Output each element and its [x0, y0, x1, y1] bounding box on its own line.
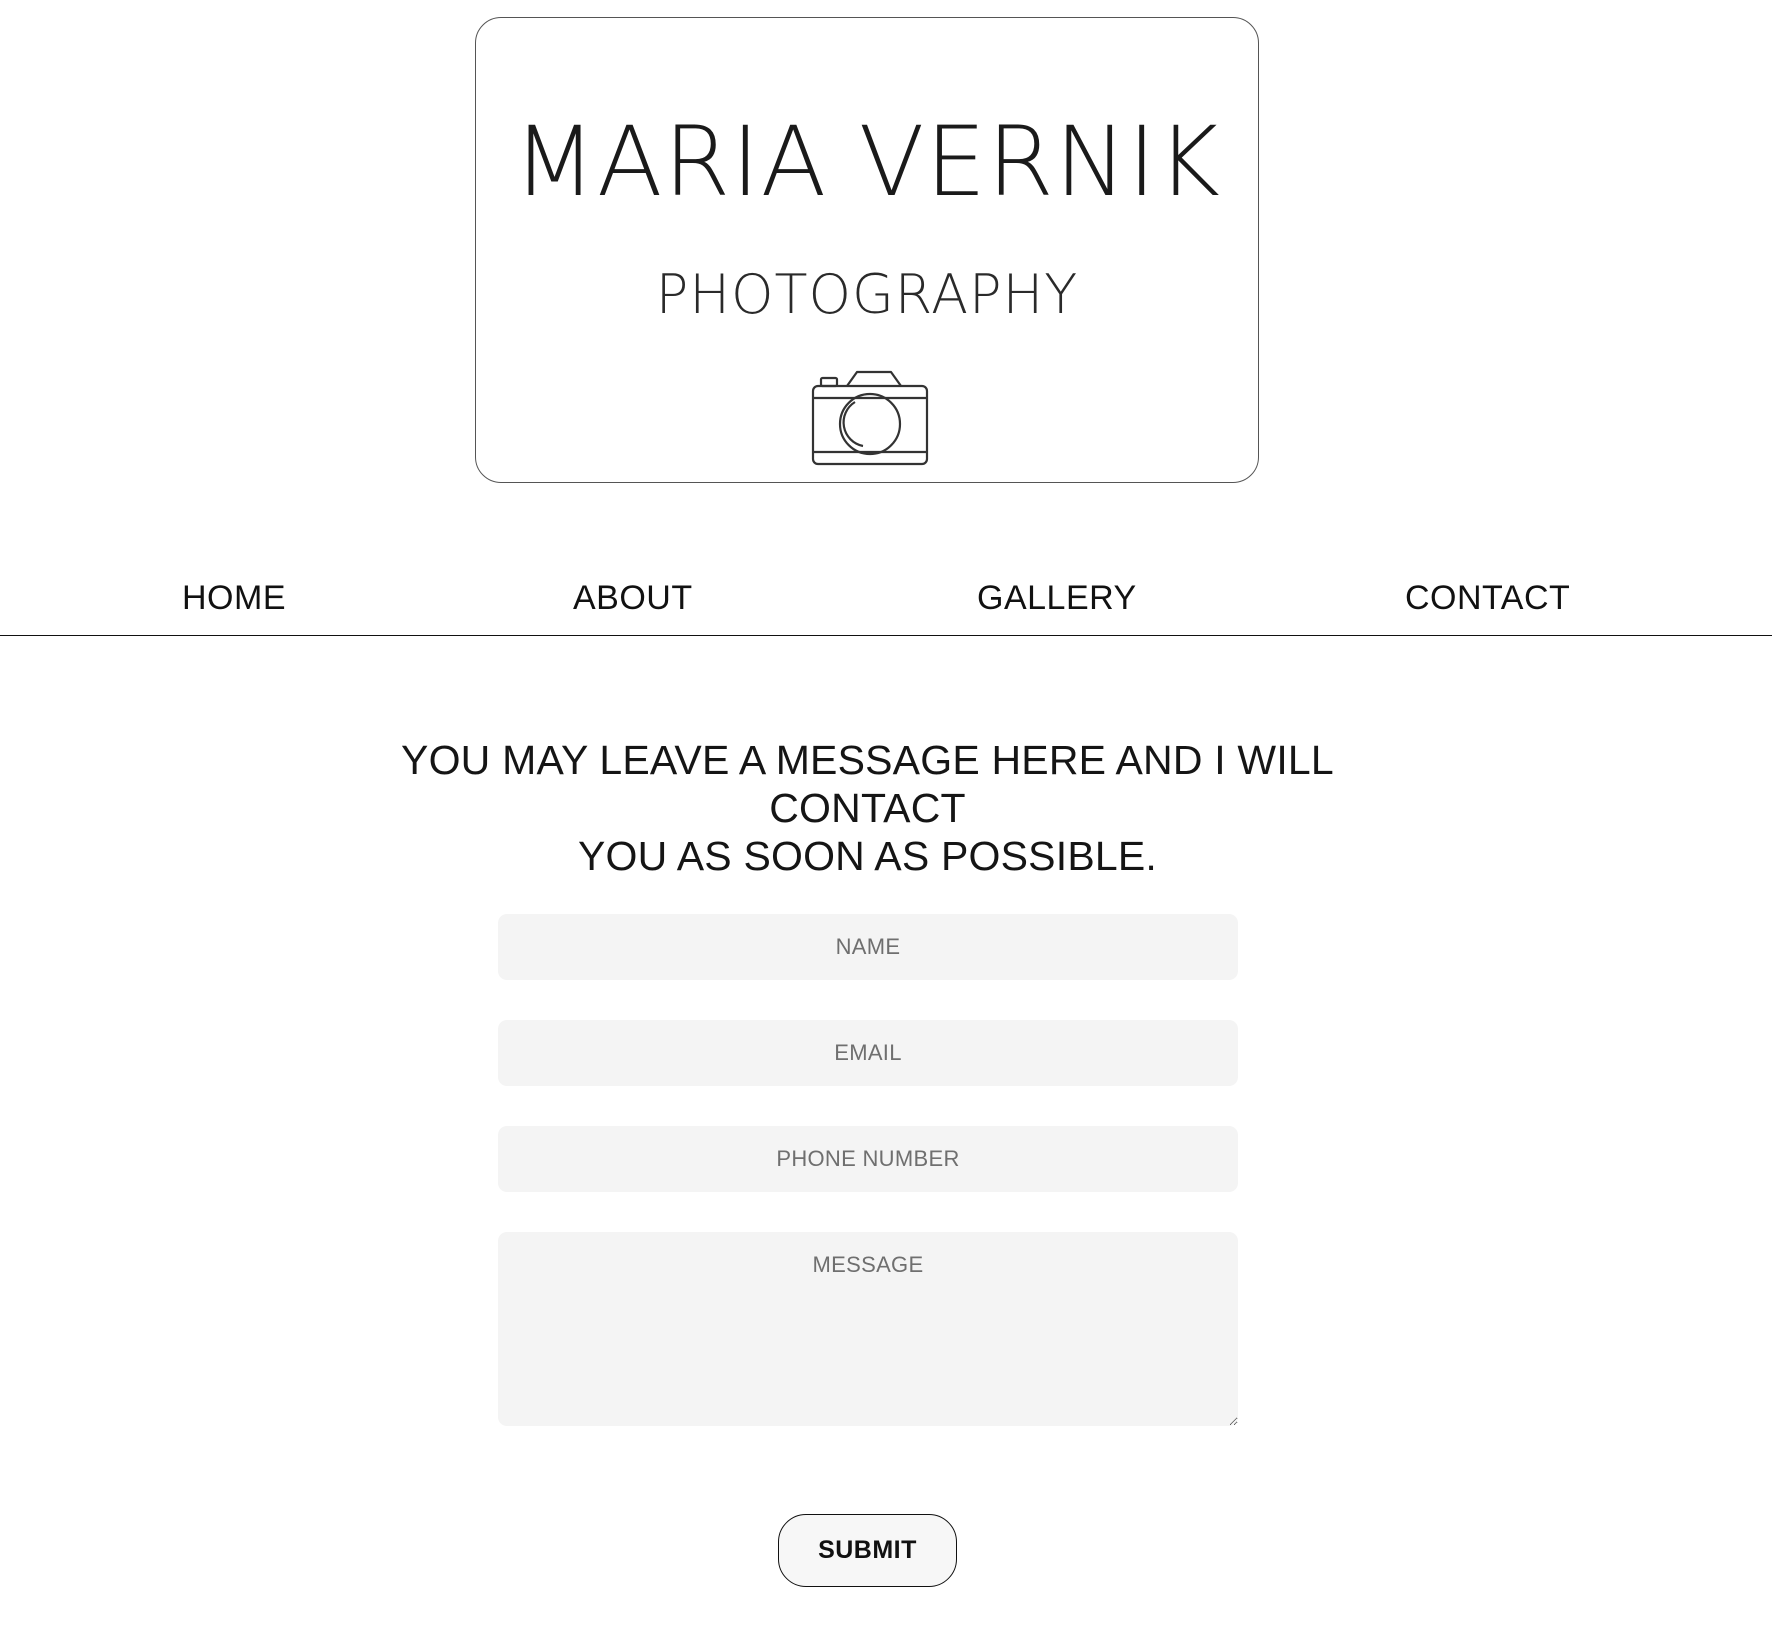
phone-input[interactable]	[498, 1126, 1238, 1192]
nav-gallery-link[interactable]: GALLERY	[977, 579, 1137, 618]
nav-home-link[interactable]: HOME	[182, 579, 286, 618]
contact-intro-line-1: YOU MAY LEAVE A MESSAGE HERE AND I WILL …	[401, 737, 1334, 831]
name-input[interactable]	[498, 914, 1238, 980]
logo-name: MARIA VERNIK	[513, 106, 1221, 218]
logo-card: MARIA VERNIK PHOTOGRAPHY	[475, 17, 1259, 483]
contact-intro-line-2: YOU AS SOON AS POSSIBLE.	[577, 833, 1158, 879]
email-input[interactable]	[498, 1020, 1238, 1086]
nav-contact-link[interactable]: CONTACT	[1405, 579, 1570, 618]
submit-button[interactable]: SUBMIT	[778, 1514, 957, 1587]
message-textarea[interactable]	[498, 1232, 1238, 1426]
logo-subtitle: PHOTOGRAPHY	[655, 263, 1079, 326]
camera-icon	[811, 370, 929, 466]
main-nav: HOME ABOUT GALLERY CONTACT	[0, 560, 1772, 636]
contact-intro: YOU MAY LEAVE A MESSAGE HERE AND I WILL …	[300, 736, 1435, 880]
nav-about-link[interactable]: ABOUT	[573, 579, 693, 618]
